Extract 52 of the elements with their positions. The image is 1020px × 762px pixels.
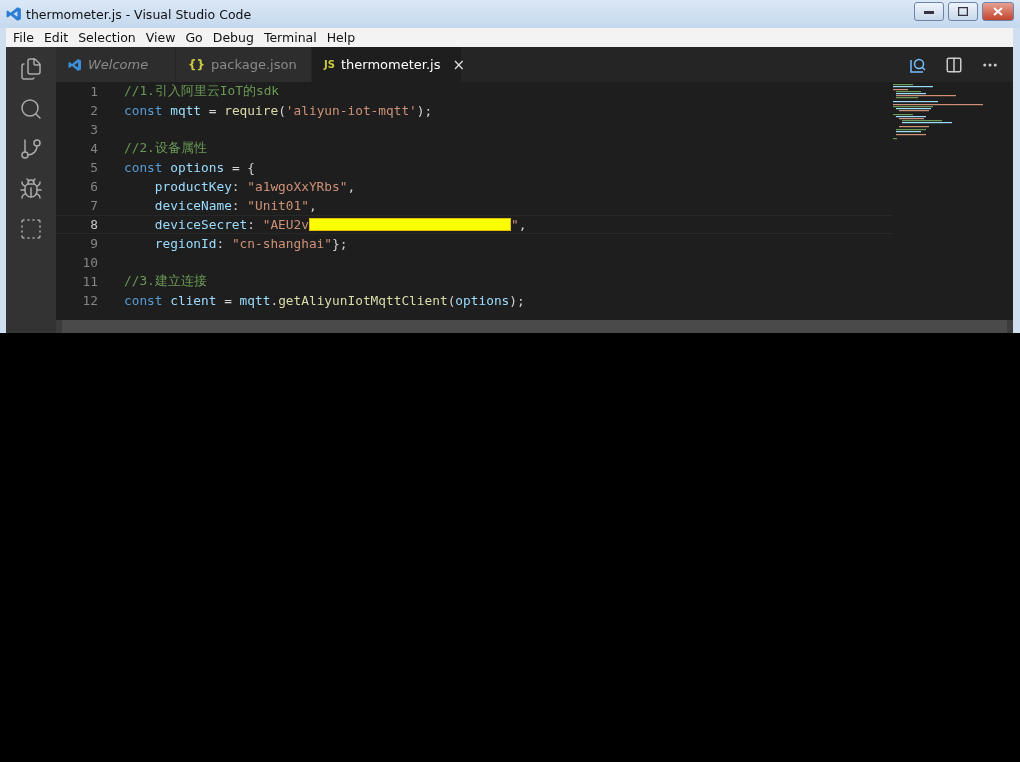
- line-number: 12: [81, 293, 98, 308]
- menu-item[interactable]: File: [8, 30, 39, 45]
- json-icon: {}: [188, 57, 206, 72]
- explorer-icon[interactable]: [19, 57, 43, 81]
- code-line: const client = mqtt.getAliyunIotMqttClient(options);: [124, 293, 525, 308]
- maximize-button[interactable]: [948, 1, 978, 21]
- split-editor-icon[interactable]: [945, 55, 963, 74]
- debug-icon[interactable]: [19, 177, 43, 201]
- menu-item[interactable]: View: [140, 30, 181, 45]
- editor-tab[interactable]: JS thermometer.js ×: [312, 47, 462, 82]
- menu-item[interactable]: Go: [180, 30, 208, 45]
- close-icon[interactable]: ×: [452, 55, 465, 74]
- line-number: 5: [89, 160, 98, 175]
- code-line: //2.设备属性: [124, 140, 207, 157]
- code-line: regionId: "cn-shanghai"};: [153, 236, 348, 251]
- code-line: deviceName: "Unit01",: [153, 198, 317, 213]
- close-button[interactable]: [982, 1, 1014, 21]
- menu-item[interactable]: Debug: [207, 30, 259, 45]
- minimize-button[interactable]: [914, 1, 944, 21]
- extensions-icon[interactable]: [19, 217, 43, 241]
- code-line: const options = {: [124, 160, 255, 175]
- line-number: 10: [81, 255, 98, 270]
- maximize-icon: [958, 6, 968, 16]
- js-icon: JS: [324, 59, 335, 70]
- horizontal-scrollbar[interactable]: [56, 320, 1013, 333]
- menu-item[interactable]: Help: [321, 30, 361, 45]
- code-line: //3.建立连接: [124, 273, 207, 290]
- line-number: 4: [89, 141, 98, 156]
- vscode-logo-icon: [68, 57, 82, 72]
- line-number: 2: [89, 103, 98, 118]
- source-control-icon[interactable]: [19, 137, 43, 161]
- line-number: 11: [81, 274, 98, 289]
- line-number: 9: [89, 236, 98, 251]
- vscode-logo-icon: [6, 6, 22, 22]
- menu-item[interactable]: Edit: [38, 30, 74, 45]
- line-number: 6: [89, 179, 98, 194]
- editor-tab[interactable]: {} package.json: [176, 47, 312, 82]
- line-number: 3: [89, 122, 98, 137]
- line-number: 1: [89, 84, 98, 99]
- menu-item[interactable]: Terminal: [258, 30, 322, 45]
- line-number: 8: [89, 217, 98, 232]
- code-line: productKey: "a1wgoXxYRbs",: [153, 179, 356, 194]
- line-number: 7: [89, 198, 98, 213]
- code-line: deviceSecret: "AEU2v ",: [153, 217, 527, 232]
- code-line: const mqtt = require('aliyun-iot-mqtt');: [124, 103, 433, 118]
- minimize-icon: [924, 8, 934, 14]
- editor-tab[interactable]: Welcome: [56, 47, 176, 82]
- menu-item[interactable]: Selection: [73, 30, 141, 45]
- close-icon: [993, 6, 1003, 16]
- code-line: //1.引入阿里云IoT的sdk: [124, 83, 280, 100]
- search-icon[interactable]: [19, 97, 43, 121]
- window-title: thermometer.js - Visual Studio Code: [26, 6, 253, 22]
